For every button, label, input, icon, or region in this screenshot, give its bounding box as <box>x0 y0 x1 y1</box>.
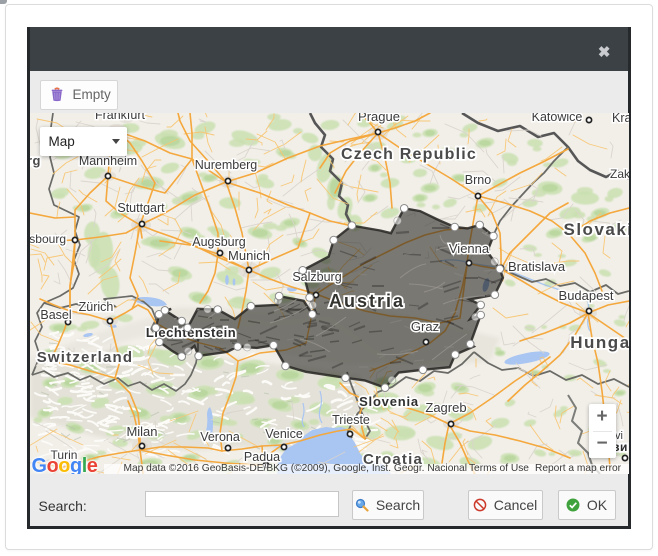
svg-text:Switzerland: Switzerland <box>36 349 133 366</box>
svg-text:Brno: Brno <box>464 173 490 187</box>
svg-text:Graz: Graz <box>410 319 438 334</box>
svg-text:Slovakia: Slovakia <box>563 220 629 239</box>
svg-text:Krakow: Krakow <box>612 113 629 125</box>
svg-text:asbourg: asbourg <box>30 232 66 246</box>
svg-text:Basel: Basel <box>40 308 71 322</box>
svg-text:Zakopane: Zakopane <box>610 167 629 181</box>
svg-text:Augsburg: Augsburg <box>192 235 246 249</box>
svg-text:Zagreb: Zagreb <box>425 400 466 415</box>
svg-text:Venice: Venice <box>265 427 303 441</box>
svg-text:Slovenia: Slovenia <box>359 394 419 409</box>
svg-text:Hungary: Hungary <box>570 333 629 352</box>
svg-text:Vienna: Vienna <box>448 241 489 256</box>
svg-text:Austria: Austria <box>328 291 404 311</box>
svg-text:Milan: Milan <box>126 424 157 439</box>
svg-text:Verona: Verona <box>200 430 240 444</box>
svg-text:Nuremberg: Nuremberg <box>194 158 257 172</box>
svg-text:Padua: Padua <box>243 450 279 464</box>
svg-text:Zürich: Zürich <box>78 300 113 314</box>
svg-text:Prague: Prague <box>358 113 400 124</box>
svg-text:Czech Republic: Czech Republic <box>341 146 477 163</box>
svg-text:Frankfurt: Frankfurt <box>94 113 145 122</box>
svg-text:Stuttgart: Stuttgart <box>117 201 165 215</box>
svg-text:Trieste: Trieste <box>332 413 370 427</box>
svg-text:Mannheim: Mannheim <box>78 154 136 168</box>
svg-text:rg: rg <box>30 153 41 168</box>
svg-text:Munich: Munich <box>228 248 270 263</box>
svg-text:Budapest: Budapest <box>558 288 613 303</box>
svg-text:Bratislava: Bratislava <box>508 259 566 274</box>
svg-text:Katowice: Katowice <box>531 113 582 124</box>
